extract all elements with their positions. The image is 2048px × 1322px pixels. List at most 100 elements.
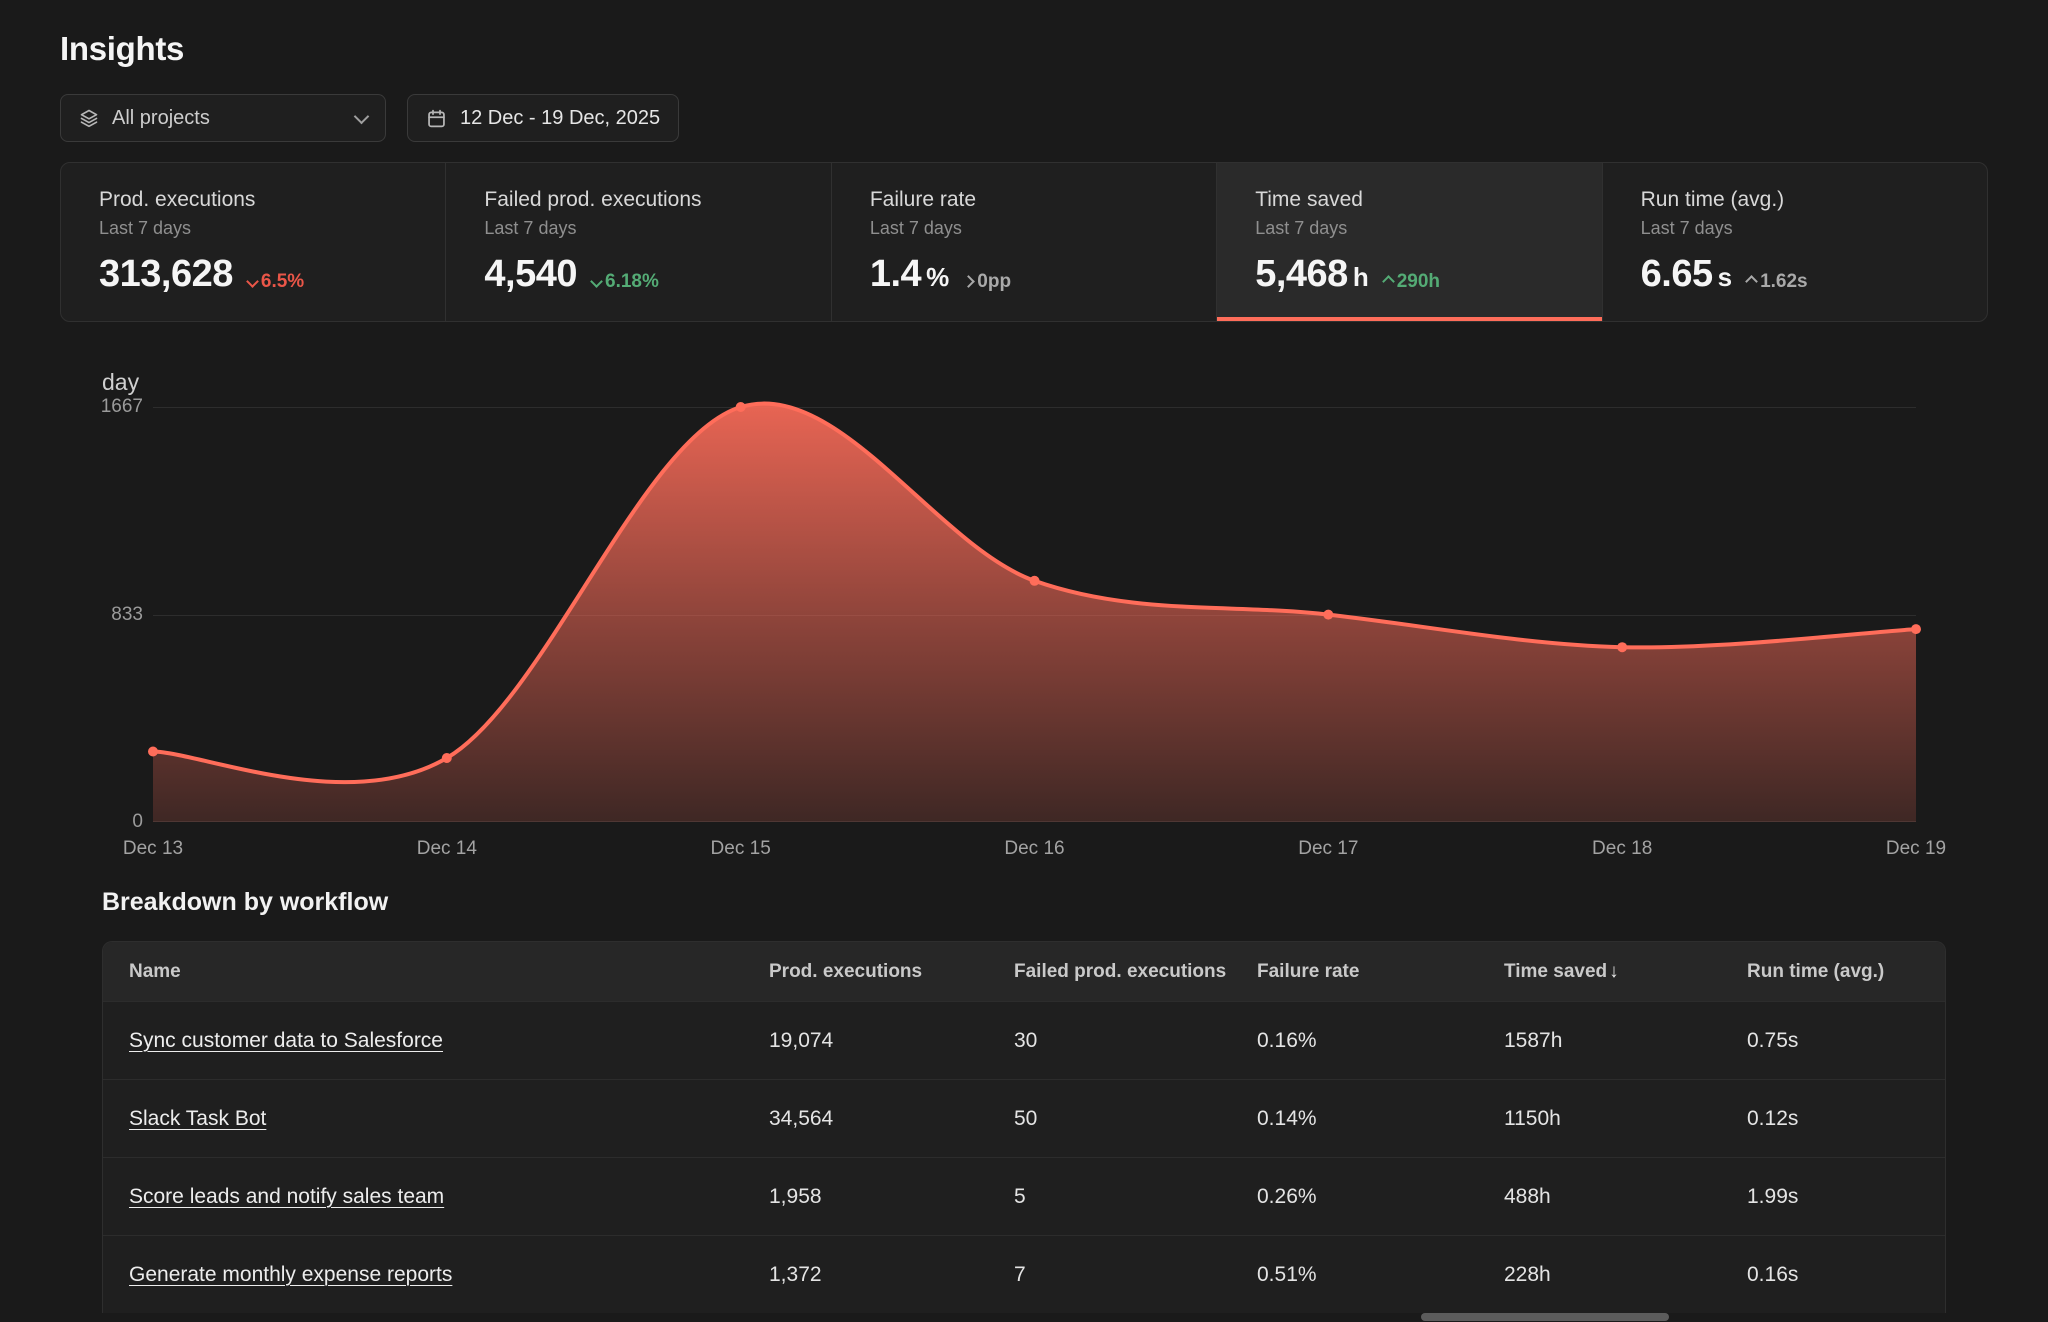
cell-failed-executions: 7 [1014,1263,1257,1287]
x-axis-label: Dec 18 [1592,838,1652,860]
y-axis: 16678330 [83,407,153,822]
cell-run-time: 1.99s [1747,1185,1945,1209]
column-header-failed-prod-executions[interactable]: Failed prod. executions [1014,961,1257,983]
cell-time-saved: 488h [1504,1185,1747,1209]
kpi-card-failed-prod-executions[interactable]: Failed prod. executions Last 7 days 4,54… [445,163,830,321]
column-header-prod-executions[interactable]: Prod. executions [769,961,1014,983]
project-filter-dropdown[interactable]: All projects [60,94,386,142]
trend-down-icon [590,275,603,288]
kpi-delta: 290h [1384,271,1440,293]
date-range-picker[interactable]: 12 Dec - 19 Dec, 2025 [407,94,679,142]
cell-run-time: 0.75s [1747,1029,1945,1053]
workflow-link[interactable]: Slack Task Bot [129,1107,266,1130]
column-header-name[interactable]: Name [103,961,769,983]
kpi-value: 4,540 [484,253,577,296]
cell-failure-rate: 0.51% [1257,1263,1504,1287]
kpi-title: Time saved [1255,188,1601,212]
kpi-unit: h [1353,262,1369,293]
filters-bar: All projects 12 Dec - 19 Dec, 2025 [60,94,1988,142]
column-header-run-time[interactable]: Run time (avg.) [1747,961,1945,983]
kpi-card-run-time[interactable]: Run time (avg.) Last 7 days 6.65 s 1.62s [1602,163,1987,321]
cell-prod-executions: 1,372 [769,1263,1014,1287]
kpi-subtitle: Last 7 days [1255,218,1601,239]
data-point-dot [148,747,158,757]
kpi-subtitle: Last 7 days [484,218,830,239]
x-axis-label: Dec 19 [1886,838,1946,860]
table-row: Sync customer data to Salesforce 19,074 … [103,1001,1945,1079]
calendar-icon [426,108,447,129]
x-axis-label: Dec 16 [1004,838,1064,860]
chart-section: day 16678330 [102,368,1946,864]
workflow-link[interactable]: Sync customer data to Salesforce [129,1029,443,1052]
kpi-value: 1.4 [870,253,921,296]
cell-failure-rate: 0.26% [1257,1185,1504,1209]
y-axis-label: 0 [132,811,143,833]
project-filter-label: All projects [112,107,343,130]
kpi-subtitle: Last 7 days [99,218,445,239]
cell-time-saved: 1150h [1504,1107,1747,1131]
cell-time-saved: 1587h [1504,1029,1747,1053]
breakdown-heading: Breakdown by workflow [102,888,1946,917]
chart-granularity-label: day [102,368,1946,396]
kpi-card-time-saved[interactable]: Time saved Last 7 days 5,468 h 290h [1216,163,1601,321]
data-point-dot [1323,610,1333,620]
kpi-delta: 6.18% [592,271,659,293]
kpi-title: Run time (avg.) [1641,188,1987,212]
x-axis-label: Dec 13 [123,838,183,860]
x-axis-label: Dec 14 [417,838,477,860]
x-axis-label: Dec 15 [711,838,771,860]
cell-failure-rate: 0.16% [1257,1029,1504,1053]
chevron-down-icon [354,108,370,124]
insights-page: Insights All projects 12 Dec - 19 Dec, 2… [0,0,2048,1313]
kpi-delta: 1.62s [1747,271,1808,293]
kpi-value: 5,468 [1255,253,1348,296]
cell-failed-executions: 5 [1014,1185,1257,1209]
data-point-dot [1617,642,1627,652]
x-axis-label: Dec 17 [1298,838,1358,860]
kpi-subtitle: Last 7 days [1641,218,1987,239]
kpi-cards: Prod. executions Last 7 days 313,628 6.5… [60,162,1988,322]
kpi-title: Failure rate [870,188,1216,212]
column-header-failure-rate[interactable]: Failure rate [1257,961,1504,983]
trend-flat-icon [962,275,975,288]
table-header-row: Name Prod. executions Failed prod. execu… [103,942,1945,1001]
kpi-title: Failed prod. executions [484,188,830,212]
data-point-dot [1030,576,1040,586]
page-title: Insights [60,30,1988,68]
area-chart-svg [153,407,1916,822]
kpi-card-prod-executions[interactable]: Prod. executions Last 7 days 313,628 6.5… [61,163,445,321]
layers-icon [79,108,99,128]
date-range-label: 12 Dec - 19 Dec, 2025 [460,107,660,130]
kpi-card-failure-rate[interactable]: Failure rate Last 7 days 1.4 % 0pp [831,163,1216,321]
cell-time-saved: 228h [1504,1263,1747,1287]
sort-descending-icon: ↓ [1609,961,1619,982]
kpi-delta: 6.5% [248,271,304,293]
kpi-value: 6.65 [1641,253,1713,296]
trend-down-icon [246,275,259,288]
trend-up-icon [1382,275,1395,288]
area-fill [153,404,1916,822]
cell-run-time: 0.16s [1747,1263,1945,1287]
table-row: Slack Task Bot 34,564 50 0.14% 1150h 0.1… [103,1079,1945,1157]
y-axis-label: 1667 [101,396,143,418]
y-axis-label: 833 [111,604,143,626]
data-point-dot [1911,624,1921,634]
kpi-value: 313,628 [99,253,233,296]
cell-prod-executions: 19,074 [769,1029,1014,1053]
kpi-subtitle: Last 7 days [870,218,1216,239]
kpi-unit: % [926,262,949,293]
cell-run-time: 0.12s [1747,1107,1945,1131]
workflow-breakdown-table: Name Prod. executions Failed prod. execu… [102,941,1946,1313]
cell-failure-rate: 0.14% [1257,1107,1504,1131]
table-row: Generate monthly expense reports 1,372 7… [103,1235,1945,1313]
kpi-unit: s [1718,262,1732,293]
table-row: Score leads and notify sales team 1,958 … [103,1157,1945,1235]
cell-failed-executions: 30 [1014,1029,1257,1053]
kpi-title: Prod. executions [99,188,445,212]
horizontal-scrollbar-thumb[interactable] [1421,1313,1669,1321]
trend-up-icon [1745,275,1758,288]
time-saved-area-chart[interactable]: 16678330 [153,407,1916,822]
column-header-time-saved[interactable]: Time saved↓ [1504,961,1747,983]
workflow-link[interactable]: Generate monthly expense reports [129,1263,452,1286]
workflow-link[interactable]: Score leads and notify sales team [129,1185,444,1208]
